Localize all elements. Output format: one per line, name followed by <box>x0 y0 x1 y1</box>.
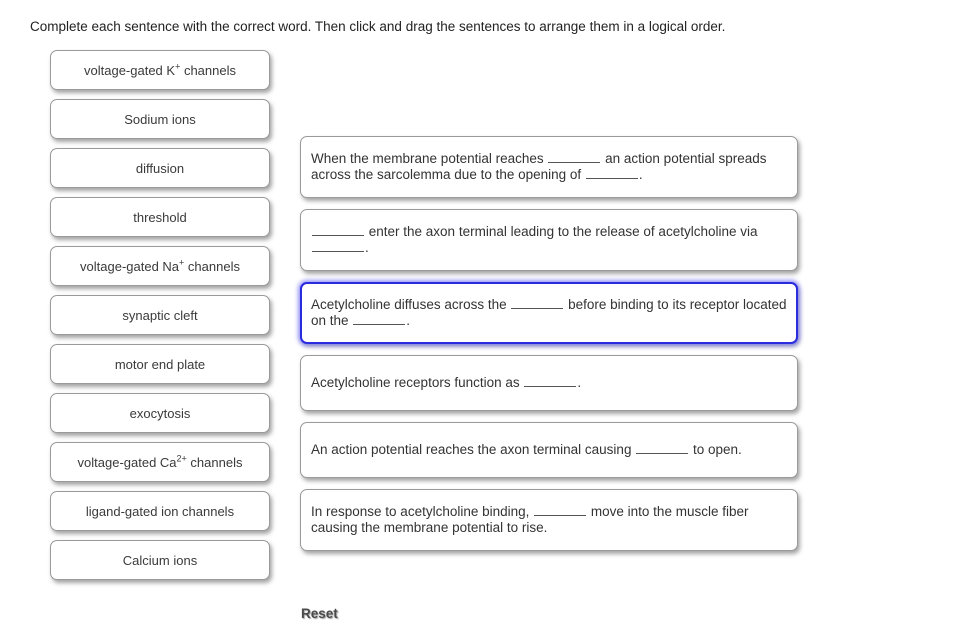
answer-blank[interactable] <box>524 386 577 387</box>
word-bank-item[interactable]: voltage-gated K+ channels <box>50 50 270 90</box>
word-bank-list: voltage-gated K+ channels Sodium ions diff… <box>50 50 270 589</box>
word-bank-item-label: voltage-gated Ca2+ channels <box>77 453 243 470</box>
sentence-box[interactable]: When the membrane potential reaches an a… <box>300 136 798 198</box>
word-bank-item[interactable]: ligand-gated ion channels <box>50 491 270 531</box>
reset-button[interactable]: Reset <box>301 606 338 621</box>
word-bank-item-label: voltage-gated Na+ channels <box>80 257 240 274</box>
word-bank-item-label: exocytosis <box>129 405 191 421</box>
sentence-list: When the membrane potential reaches an a… <box>300 136 798 562</box>
answer-blank[interactable] <box>312 235 364 236</box>
sentence-box[interactable]: In response to acetylcholine binding, mo… <box>300 489 798 551</box>
word-bank-item-label: synaptic cleft <box>122 307 198 323</box>
answer-blank[interactable] <box>636 453 689 454</box>
word-bank-item-label: diffusion <box>135 160 185 176</box>
word-bank-item[interactable]: voltage-gated Na+ channels <box>50 246 270 286</box>
instruction-text: Complete each sentence with the correct … <box>30 19 726 34</box>
word-bank-item[interactable]: voltage-gated Ca2+ channels <box>50 442 270 482</box>
word-bank-item[interactable]: motor end plate <box>50 344 270 384</box>
word-bank-item[interactable]: threshold <box>50 197 270 237</box>
sentence-text: Acetylcholine diffuses across the before… <box>311 297 787 328</box>
word-bank-item[interactable]: diffusion <box>50 148 270 188</box>
word-bank-item-label: voltage-gated K+ channels <box>84 61 236 78</box>
word-bank-item-label: motor end plate <box>114 356 206 372</box>
word-bank-item[interactable]: Calcium ions <box>50 540 270 580</box>
sentence-box[interactable]: An action potential reaches the axon ter… <box>300 422 798 478</box>
sentence-box[interactable]: Acetylcholine receptors function as . <box>300 355 798 411</box>
answer-blank[interactable] <box>353 324 406 325</box>
word-bank-item[interactable]: exocytosis <box>50 393 270 433</box>
sentence-text: Acetylcholine receptors function as . <box>311 375 582 390</box>
answer-blank[interactable] <box>585 178 638 179</box>
answer-blank[interactable] <box>312 251 364 252</box>
word-bank-item[interactable]: Sodium ions <box>50 99 270 139</box>
sentence-text: When the membrane potential reaches an a… <box>311 151 767 182</box>
word-bank-item-label: ligand-gated ion channels <box>85 503 235 519</box>
word-bank-item-label: Calcium ions <box>122 552 198 568</box>
word-bank-item-label: threshold <box>133 209 187 225</box>
sentence-text: enter the axon terminal leading to the r… <box>311 224 787 256</box>
sentence-box-selected[interactable]: Acetylcholine diffuses across the before… <box>300 282 798 344</box>
sentence-text: An action potential reaches the axon ter… <box>311 442 742 457</box>
answer-blank[interactable] <box>548 162 601 163</box>
word-bank-item-label: Sodium ions <box>124 111 196 127</box>
answer-blank[interactable] <box>534 515 587 516</box>
word-bank-item[interactable]: synaptic cleft <box>50 295 270 335</box>
sentence-box[interactable]: enter the axon terminal leading to the r… <box>300 209 798 271</box>
sentence-text: In response to acetylcholine binding, mo… <box>311 504 749 535</box>
answer-blank[interactable] <box>511 308 564 309</box>
